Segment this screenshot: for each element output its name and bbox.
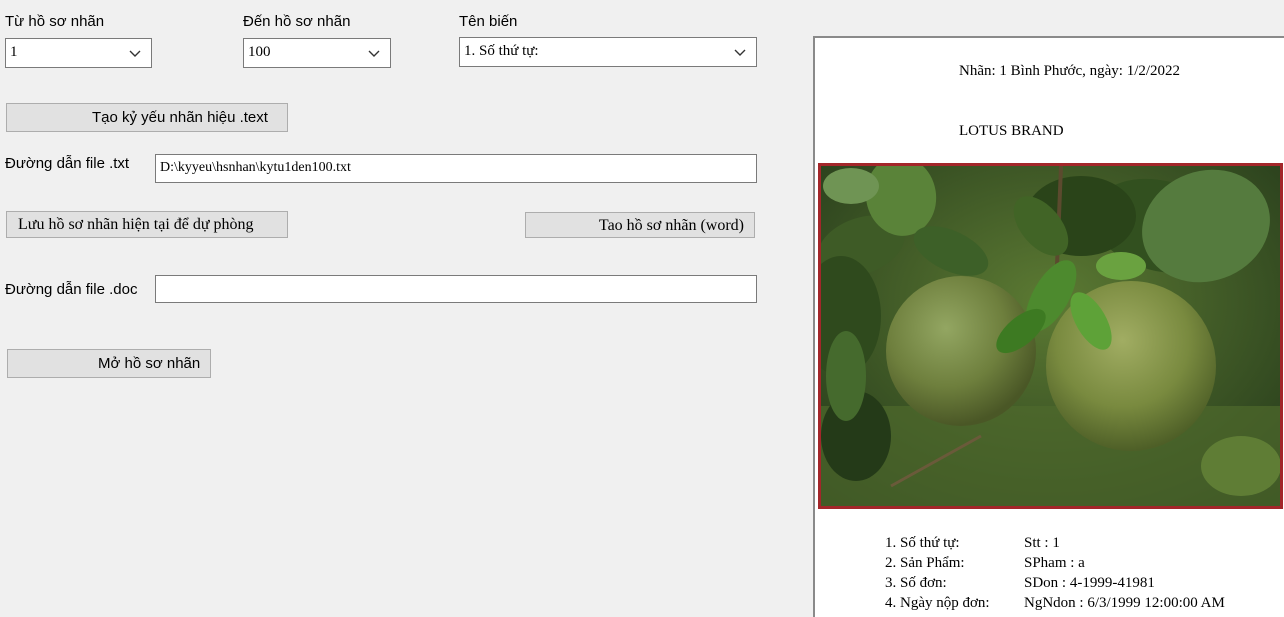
preview-header: Nhãn: 1 Bình Phước, ngày: 1/2/2022	[959, 63, 1181, 79]
create-word-button-label: Tao hồ sơ nhãn (word)	[598, 217, 744, 234]
variable-select[interactable]: 1. Số thứ tự:	[459, 37, 757, 67]
preview-brand: LOTUS BRAND	[959, 123, 1064, 139]
open-label-file-button-label: Mở hồ sơ nhãn	[98, 355, 201, 372]
txt-path-input[interactable]: D:\kyyeu\hsnhan\kytu1den100.txt	[155, 154, 757, 183]
info-key-1: 1. Số thứ tự:	[885, 535, 960, 551]
create-text-button-label: Tạo kỷ yếu nhãn hiệu .text	[92, 109, 268, 126]
backup-button-label: Lưu hồ sơ nhãn hiện tại để dự phòng	[18, 216, 254, 233]
info-value-1: Stt : 1	[1024, 535, 1060, 551]
product-photo	[818, 163, 1283, 509]
create-text-button[interactable]: Tạo kỷ yếu nhãn hiệu .text	[6, 103, 288, 132]
chevron-down-icon[interactable]	[733, 45, 747, 59]
to-select[interactable]: 100	[243, 38, 391, 68]
doc-path-input[interactable]	[155, 275, 757, 303]
to-select-value: 100	[248, 44, 271, 60]
pomelo-photo	[821, 166, 1280, 506]
backup-button[interactable]: Lưu hồ sơ nhãn hiện tại để dự phòng	[6, 211, 288, 238]
chevron-down-icon[interactable]	[367, 46, 381, 60]
label-preview-document: Nhãn: 1 Bình Phước, ngày: 1/2/2022 LOTUS…	[813, 36, 1284, 617]
from-label: Từ hồ sơ nhãn	[5, 13, 105, 30]
txt-path-label: Đường dẫn file .txt	[5, 155, 130, 172]
from-select[interactable]: 1	[5, 38, 152, 68]
variable-label: Tên biến	[459, 13, 518, 30]
variable-select-value: 1. Số thứ tự:	[464, 43, 539, 59]
info-key-3: 3. Số đơn:	[885, 575, 947, 591]
doc-path-label: Đường dẫn file .doc	[5, 281, 138, 298]
chevron-down-icon[interactable]	[128, 46, 142, 60]
info-key-4: 4. Ngày nộp đơn:	[885, 595, 990, 611]
info-key-2: 2. Sản Phẩm:	[885, 555, 965, 571]
info-value-2: SPham : a	[1024, 555, 1085, 571]
info-value-3: SDon : 4-1999-41981	[1024, 575, 1155, 591]
info-value-4: NgNdon : 6/3/1999 12:00:00 AM	[1024, 595, 1225, 611]
to-label: Đến hồ sơ nhãn	[243, 13, 351, 30]
create-word-button[interactable]: Tao hồ sơ nhãn (word)	[525, 212, 755, 238]
from-select-value: 1	[10, 44, 18, 60]
open-label-file-button[interactable]: Mở hồ sơ nhãn	[7, 349, 211, 378]
